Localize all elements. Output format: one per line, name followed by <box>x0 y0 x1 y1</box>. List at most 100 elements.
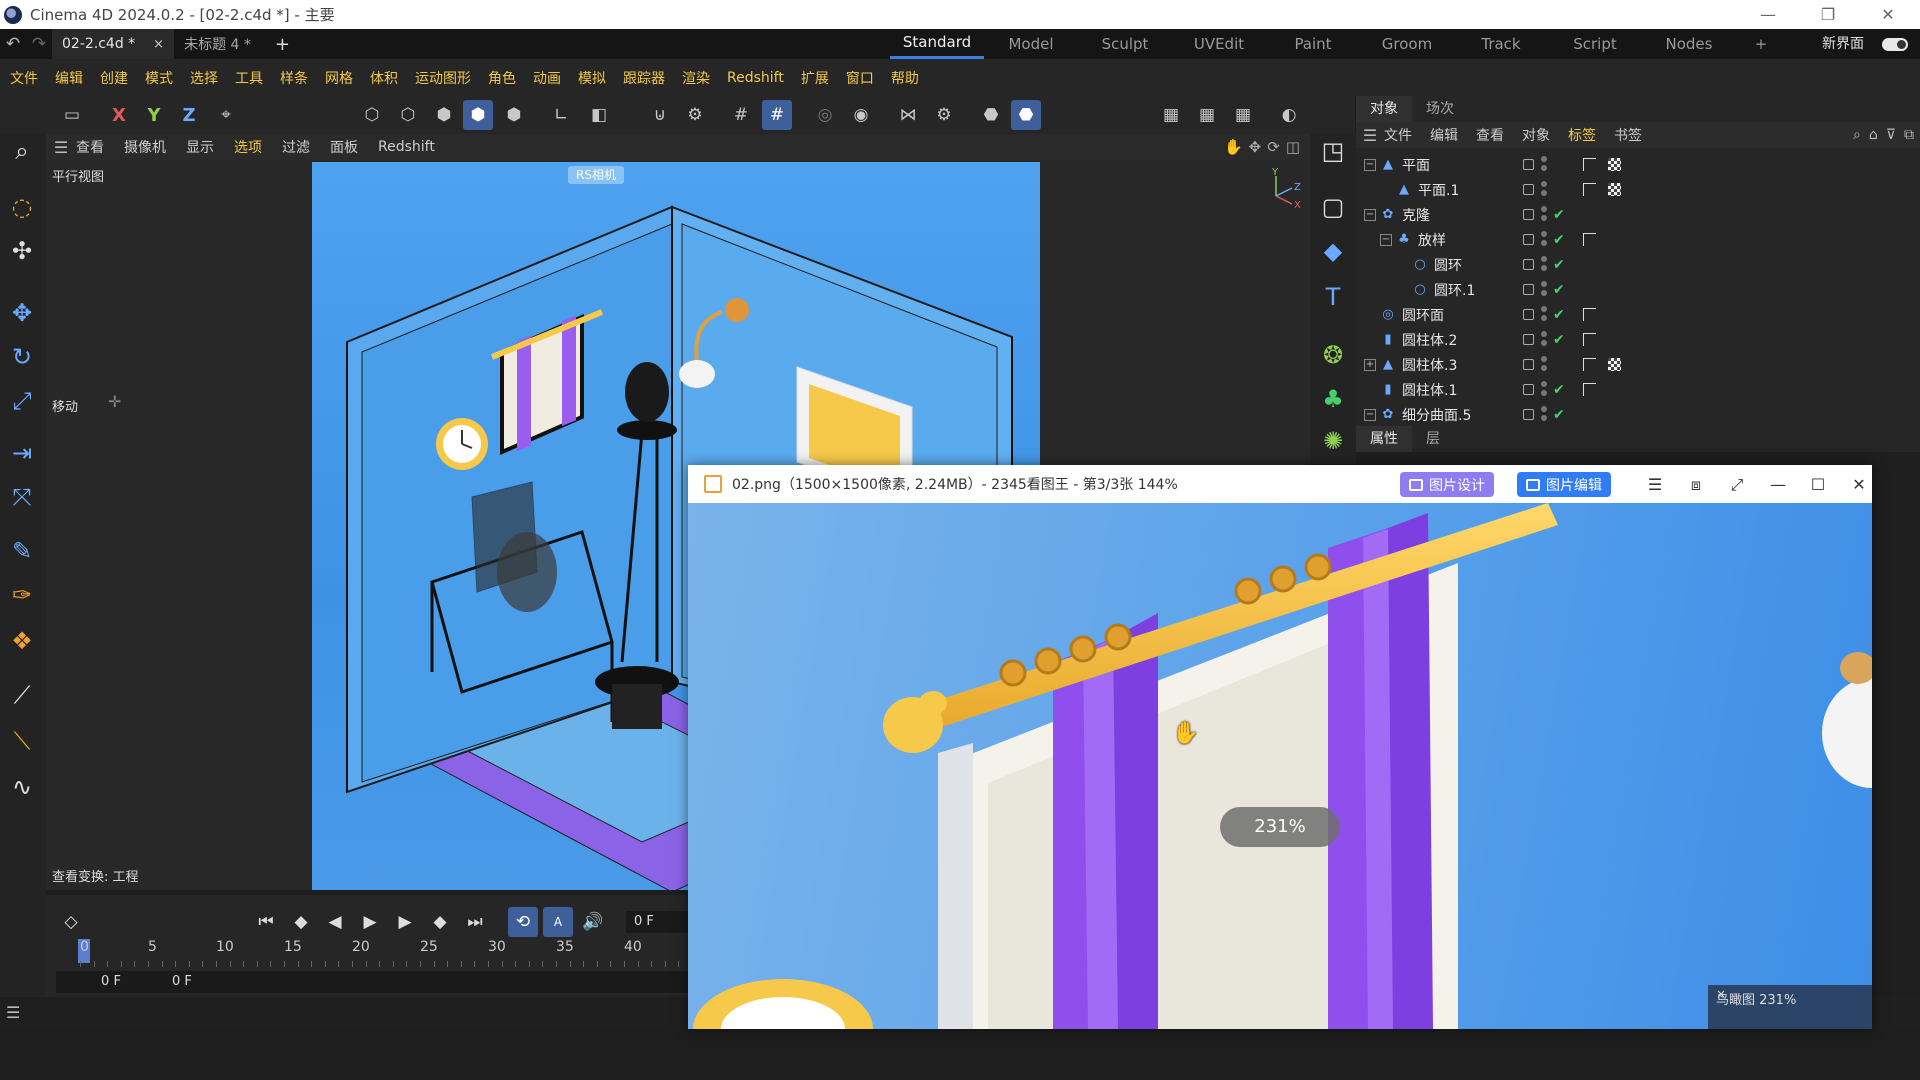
menu-character[interactable]: 角色 <box>488 68 516 88</box>
material-tag-icon[interactable] <box>1608 158 1621 171</box>
object-row[interactable]: ○ 圆环.1 ✔ <box>1356 277 1920 302</box>
menu-animation[interactable]: 动画 <box>533 68 561 88</box>
expand-toggle-icon[interactable]: + <box>1364 358 1376 371</box>
object-manager-menu-icon[interactable]: ☰ <box>1356 126 1384 145</box>
expand-toggle-icon[interactable]: − <box>1364 208 1376 221</box>
viewer-close-icon[interactable]: ✕ <box>1846 472 1872 497</box>
render-view-icon[interactable]: ⬣ <box>976 100 1006 130</box>
visibility-dots-icon[interactable] <box>1541 256 1547 272</box>
layer-edit-icon[interactable] <box>1523 159 1534 170</box>
tab-objects[interactable]: 对象 <box>1356 96 1412 122</box>
viewer-menu-icon[interactable]: ☰ <box>1642 472 1668 497</box>
menu-tracker[interactable]: 跟踪器 <box>623 68 665 88</box>
timeline-ruler[interactable]: 051015202530354045 <box>56 939 710 969</box>
new-ui-toggle[interactable] <box>1882 38 1908 51</box>
layer-edit-icon[interactable] <box>1523 309 1534 320</box>
maximize-view-icon[interactable]: ◫ <box>1286 138 1300 156</box>
layout-tab-script[interactable]: Script <box>1548 29 1642 59</box>
placement-tool-icon[interactable]: ⤧ <box>5 480 39 514</box>
edges-mode-icon[interactable]: ⬡ <box>393 100 423 130</box>
object-menu-tags[interactable]: 标签 <box>1568 125 1596 145</box>
phong-tag-icon[interactable] <box>1583 233 1596 246</box>
zoomed-image-canvas[interactable]: ✋ 231% 鸟瞰图 231% × <box>688 503 1872 1029</box>
z-axis-lock-button[interactable]: Z <box>174 100 204 130</box>
cube-object-icon[interactable]: ◆ <box>1316 234 1350 268</box>
quantize-icon[interactable]: ◉ <box>846 100 876 130</box>
object-menu-view[interactable]: 查看 <box>1476 125 1504 145</box>
layout-tab-standard[interactable]: Standard <box>890 29 984 59</box>
menu-render[interactable]: 渲染 <box>682 68 710 88</box>
object-row[interactable]: + ▲ 圆柱体.3 <box>1356 352 1920 377</box>
sketch-tool-icon[interactable]: ∿ <box>5 770 39 804</box>
effector-icon[interactable]: ✺ <box>1316 424 1350 458</box>
object-row[interactable]: − ♣ 放样 ✔ <box>1356 227 1920 252</box>
layout-tab-nodes[interactable]: Nodes <box>1642 29 1736 59</box>
search-icon[interactable]: ⌕ <box>5 134 39 168</box>
layer-edit-icon[interactable] <box>1523 384 1534 395</box>
layer-edit-icon[interactable] <box>1523 184 1534 195</box>
home-icon[interactable]: ⌂ <box>1869 127 1878 143</box>
scale-tool-icon[interactable]: ⤢ <box>5 384 39 418</box>
layer-edit-icon[interactable] <box>1523 234 1534 245</box>
dolly-icon[interactable]: ✥ <box>1249 138 1262 156</box>
rotate-tool-icon[interactable]: ↻ <box>5 340 39 374</box>
record-settings-icon[interactable]: A <box>543 907 573 937</box>
y-axis-lock-button[interactable]: Y <box>139 100 169 130</box>
menu-help[interactable]: 帮助 <box>891 68 919 88</box>
menu-file[interactable]: 文件 <box>10 68 38 88</box>
enabled-check-icon[interactable]: ✔ <box>1553 307 1565 323</box>
brush-tool-icon[interactable]: ⟋ <box>5 678 39 712</box>
visibility-dots-icon[interactable] <box>1541 331 1547 347</box>
next-key-icon[interactable]: ◆ <box>425 907 455 937</box>
object-menu-object[interactable]: 对象 <box>1522 125 1550 145</box>
object-menu-bookmarks[interactable]: 书签 <box>1614 125 1642 145</box>
camera-object-icon[interactable]: ◳ <box>1316 134 1350 168</box>
layout-tab-groom[interactable]: Groom <box>1360 29 1454 59</box>
pan-hand-icon[interactable]: ✋ <box>1224 138 1243 156</box>
visibility-dots-icon[interactable] <box>1541 181 1547 197</box>
tab-takes[interactable]: 场次 <box>1412 96 1468 122</box>
expand-toggle-icon[interactable]: − <box>1380 233 1392 246</box>
menu-mograph[interactable]: 运动图形 <box>415 68 471 88</box>
sound-icon[interactable]: 🔊 <box>578 907 608 937</box>
visibility-dots-icon[interactable] <box>1541 356 1547 372</box>
layout-tab-uvedit[interactable]: UVEdit <box>1172 29 1266 59</box>
spline-pen-icon[interactable]: ✑ <box>5 578 39 612</box>
snap-settings-icon[interactable]: ⚙ <box>680 100 710 130</box>
go-to-end-icon[interactable]: ⏭ <box>460 907 490 937</box>
visibility-dots-icon[interactable] <box>1541 381 1547 397</box>
redo-icon[interactable]: ↷ <box>26 34 52 54</box>
enabled-check-icon[interactable]: ✔ <box>1553 257 1565 273</box>
menu-spline[interactable]: 样条 <box>280 68 308 88</box>
text-object-icon[interactable]: T <box>1316 280 1350 314</box>
object-row[interactable]: − ✿ 克隆 ✔ <box>1356 202 1920 227</box>
symmetry-icon[interactable]: ⋈ <box>893 100 923 130</box>
object-row[interactable]: ○ 圆环 ✔ <box>1356 252 1920 277</box>
document-tab[interactable]: 未标题 4 * <box>174 29 261 59</box>
phong-tag-icon[interactable] <box>1583 358 1596 371</box>
solo-icon[interactable]: ◧ <box>584 100 614 130</box>
viewport-menu-panel[interactable]: 面板 <box>330 137 358 157</box>
object-row[interactable]: ▮ 圆柱体.2 ✔ <box>1356 327 1920 352</box>
viewport-menu-display[interactable]: 显示 <box>186 137 214 157</box>
viewer-mini-mode-icon[interactable]: ⧈ <box>1683 472 1709 497</box>
enabled-check-icon[interactable]: ✔ <box>1553 407 1565 423</box>
layer-edit-icon[interactable] <box>1523 284 1534 295</box>
new-window-icon[interactable]: ⧉ <box>1904 127 1914 143</box>
viewport-menu-filter[interactable]: 过滤 <box>282 137 310 157</box>
live-selection-icon[interactable]: ✣ <box>5 234 39 268</box>
spline-rectangle-icon[interactable]: ▢ <box>1316 190 1350 224</box>
menu-simulate[interactable]: 模拟 <box>578 68 606 88</box>
interactive-render-icon[interactable]: ⬣ <box>1011 100 1041 130</box>
minimize-button[interactable]: — <box>1740 0 1796 29</box>
viewer-fullscreen-icon[interactable]: ⤢ <box>1724 472 1750 497</box>
filter-icon[interactable]: ⊽ <box>1886 127 1896 143</box>
move-tool-icon[interactable]: ✥ <box>5 296 39 330</box>
menu-edit[interactable]: 编辑 <box>55 68 83 88</box>
object-row[interactable]: ▮ 圆柱体.1 ✔ <box>1356 377 1920 402</box>
layer-edit-icon[interactable] <box>1523 209 1534 220</box>
document-tab-active[interactable]: 02-2.c4d * × <box>52 29 175 59</box>
layer-edit-icon[interactable] <box>1523 409 1534 420</box>
visibility-dots-icon[interactable] <box>1541 406 1547 422</box>
layer-edit-icon[interactable] <box>1523 259 1534 270</box>
